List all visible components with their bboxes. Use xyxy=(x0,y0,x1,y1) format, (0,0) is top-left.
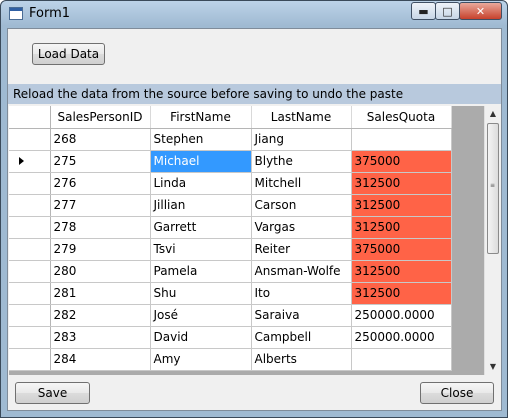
table-row[interactable]: 284 Amy Alberts xyxy=(9,348,452,371)
row-header[interactable] xyxy=(9,326,51,349)
cell-salesquota[interactable]: 375000 xyxy=(351,238,452,261)
title-bar[interactable]: Form1 ▬ □ ✕ xyxy=(1,1,507,27)
close-button[interactable]: Close xyxy=(420,382,494,404)
cell-salesquota[interactable]: 312500 xyxy=(351,260,452,283)
row-header[interactable] xyxy=(9,238,51,261)
cell-lastname[interactable]: Vargas xyxy=(251,216,352,239)
grid-table: SalesPersonID FirstName LastName SalesQu… xyxy=(9,106,452,371)
cell-salespersonid[interactable]: 279 xyxy=(50,238,151,261)
table-row[interactable]: 283 David Campbell 250000.0000 xyxy=(9,326,452,349)
table-row[interactable]: 278 Garrett Vargas 312500 xyxy=(9,216,452,239)
cell-lastname[interactable]: Ito xyxy=(251,282,352,305)
cell-salesquota[interactable]: 312500 xyxy=(351,282,452,305)
table-row[interactable]: 281 Shu Ito 312500 xyxy=(9,282,452,305)
grip-icon: ≡ xyxy=(490,182,496,189)
cell-salespersonid[interactable]: 283 xyxy=(50,326,151,349)
row-header[interactable] xyxy=(9,172,51,195)
table-row[interactable]: 275 Michael Blythe 375000 xyxy=(9,150,452,173)
scroll-up-icon[interactable]: ▲ xyxy=(485,106,501,122)
form-client-area: Load Data Reload the data from the sourc… xyxy=(7,28,502,411)
cell-firstname[interactable]: José xyxy=(150,304,252,327)
cell-firstname[interactable]: Stephen xyxy=(150,128,252,151)
minimize-icon: ▬ xyxy=(418,4,429,18)
load-data-button[interactable]: Load Data xyxy=(32,43,105,65)
cell-salesquota[interactable]: 312500 xyxy=(351,172,452,195)
cell-salespersonid[interactable]: 282 xyxy=(50,304,151,327)
table-row[interactable]: 276 Linda Mitchell 312500 xyxy=(9,172,452,195)
window-title: Form1 xyxy=(29,6,71,21)
cell-salespersonid[interactable]: 278 xyxy=(50,216,151,239)
row-header[interactable] xyxy=(9,282,51,305)
vertical-scrollbar[interactable]: ▲ ≡ ▼ xyxy=(484,106,501,375)
cell-salesquota[interactable] xyxy=(351,128,452,151)
cell-lastname[interactable]: Reiter xyxy=(251,238,352,261)
row-header[interactable] xyxy=(9,128,51,151)
data-grid[interactable]: SalesPersonID FirstName LastName SalesQu… xyxy=(9,106,501,375)
close-icon: ✕ xyxy=(475,4,486,18)
cell-firstname[interactable]: Shu xyxy=(150,282,252,305)
table-row[interactable]: 282 José Saraiva 250000.0000 xyxy=(9,304,452,327)
form-window: Form1 ▬ □ ✕ Load Data Reload the data fr… xyxy=(0,0,508,418)
cell-salespersonid[interactable]: 284 xyxy=(50,348,151,371)
column-header-firstname[interactable]: FirstName xyxy=(150,106,252,129)
table-row[interactable]: 277 Jillian Carson 312500 xyxy=(9,194,452,217)
cell-salesquota[interactable]: 312500 xyxy=(351,216,452,239)
cell-lastname[interactable]: Mitchell xyxy=(251,172,352,195)
maximize-button[interactable]: □ xyxy=(435,2,460,20)
column-header-lastname[interactable]: LastName xyxy=(251,106,352,129)
cell-lastname[interactable]: Blythe xyxy=(251,150,352,173)
minimize-button[interactable]: ▬ xyxy=(411,2,436,20)
cell-salespersonid[interactable]: 275 xyxy=(50,150,151,173)
row-header[interactable] xyxy=(9,260,51,283)
cell-lastname[interactable]: Ansman-Wolfe xyxy=(251,260,352,283)
save-button[interactable]: Save xyxy=(15,382,90,404)
maximize-icon: □ xyxy=(442,4,453,18)
cell-firstname[interactable]: Linda xyxy=(150,172,252,195)
row-header[interactable] xyxy=(9,304,51,327)
row-header[interactable] xyxy=(9,348,51,371)
cell-lastname[interactable]: Alberts xyxy=(251,348,352,371)
cell-salespersonid[interactable]: 281 xyxy=(50,282,151,305)
header-row: SalesPersonID FirstName LastName SalesQu… xyxy=(9,106,452,129)
current-row-arrow-icon xyxy=(19,157,24,165)
grid-body: 268 Stephen Jiang 275 Michael Blythe 375000 276… xyxy=(9,128,452,371)
cell-salespersonid[interactable]: 280 xyxy=(50,260,151,283)
scroll-down-icon[interactable]: ▼ xyxy=(485,359,501,375)
column-header-salespersonid[interactable]: SalesPersonID xyxy=(50,106,151,129)
row-header[interactable] xyxy=(9,216,51,239)
cell-lastname[interactable]: Jiang xyxy=(251,128,352,151)
app-window-icon xyxy=(9,7,23,20)
cell-firstname[interactable]: Garrett xyxy=(150,216,252,239)
table-row[interactable]: 280 Pamela Ansman-Wolfe 312500 xyxy=(9,260,452,283)
cell-firstname[interactable]: Michael xyxy=(150,150,252,173)
table-row[interactable]: 279 Tsvi Reiter 375000 xyxy=(9,238,452,261)
row-header[interactable] xyxy=(9,150,51,173)
cell-salesquota[interactable] xyxy=(351,348,452,371)
cell-firstname[interactable]: David xyxy=(150,326,252,349)
cell-salespersonid[interactable]: 277 xyxy=(50,194,151,217)
row-header[interactable] xyxy=(9,194,51,217)
cell-firstname[interactable]: Jillian xyxy=(150,194,252,217)
cell-salesquota[interactable]: 312500 xyxy=(351,194,452,217)
cell-lastname[interactable]: Campbell xyxy=(251,326,352,349)
cell-salesquota[interactable]: 250000.0000 xyxy=(351,304,452,327)
cell-firstname[interactable]: Amy xyxy=(150,348,252,371)
cell-lastname[interactable]: Saraiva xyxy=(251,304,352,327)
cell-salesquota[interactable]: 250000.0000 xyxy=(351,326,452,349)
window-close-button[interactable]: ✕ xyxy=(459,2,502,20)
cell-lastname[interactable]: Carson xyxy=(251,194,352,217)
cell-salespersonid[interactable]: 276 xyxy=(50,172,151,195)
cell-firstname[interactable]: Tsvi xyxy=(150,238,252,261)
cell-salesquota[interactable]: 375000 xyxy=(351,150,452,173)
column-header-salesquota[interactable]: SalesQuota xyxy=(351,106,452,129)
info-bar: Reload the data from the source before s… xyxy=(8,84,501,104)
cell-firstname[interactable]: Pamela xyxy=(150,260,252,283)
cell-salespersonid[interactable]: 268 xyxy=(50,128,151,151)
table-row[interactable]: 268 Stephen Jiang xyxy=(9,128,452,151)
corner-header[interactable] xyxy=(9,106,51,129)
scrollbar-thumb[interactable]: ≡ xyxy=(487,123,499,254)
